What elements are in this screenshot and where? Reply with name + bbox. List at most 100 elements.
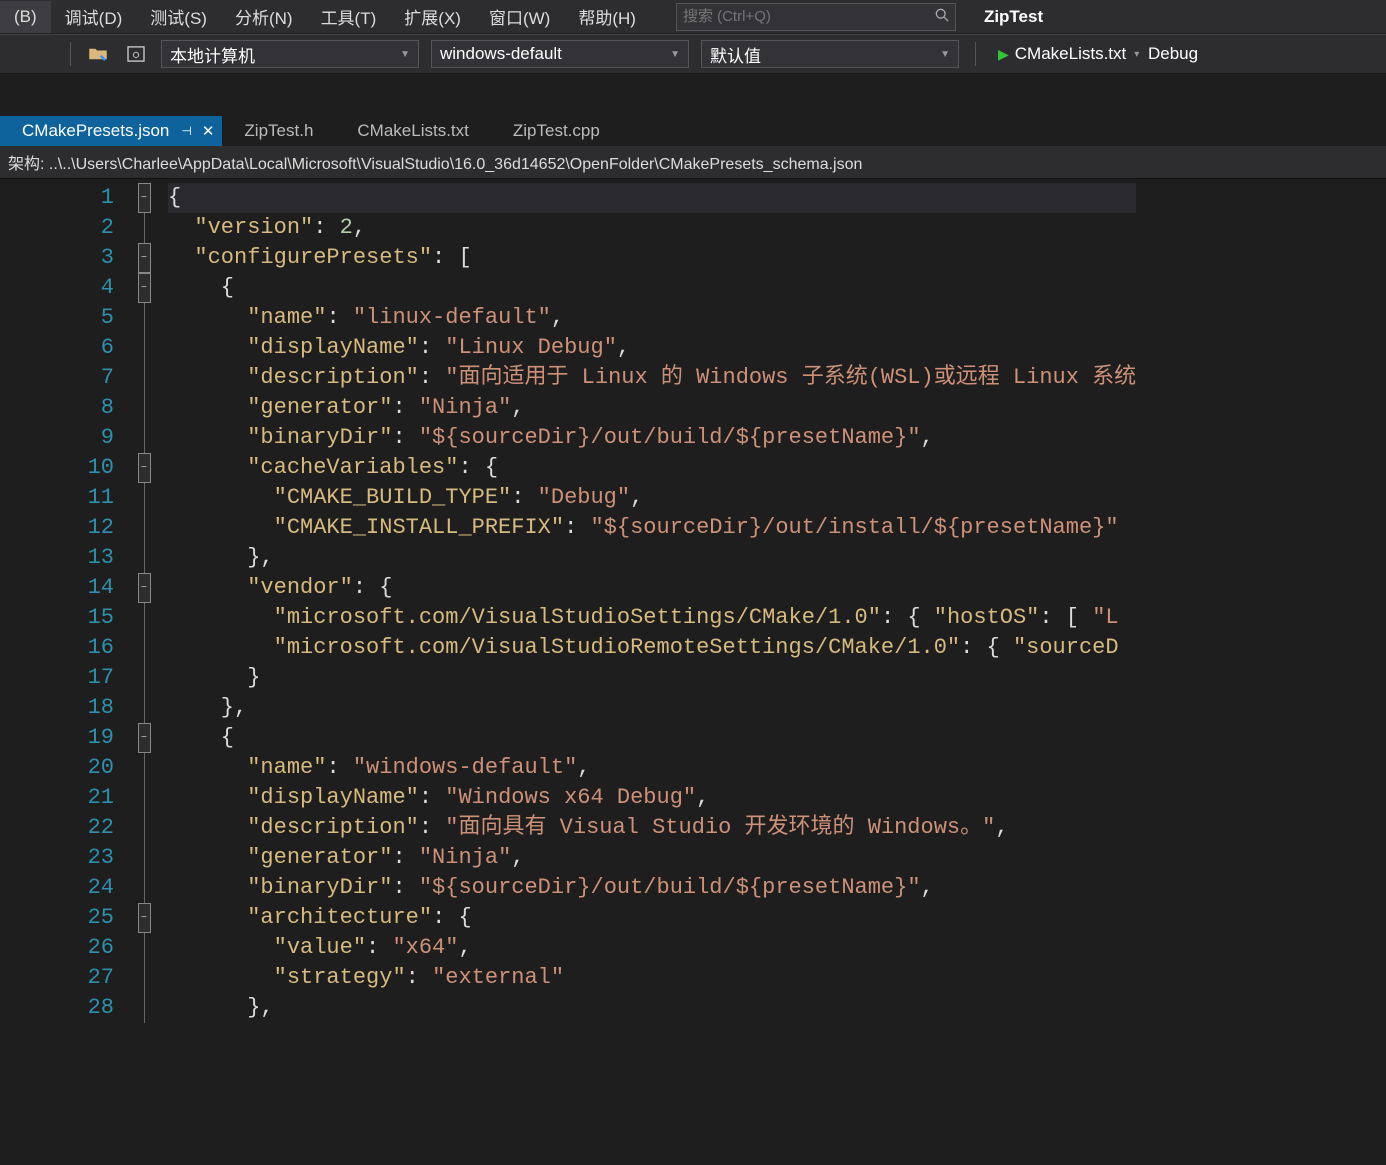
tab-active[interactable]: CMakePresets.json ⊣ ✕ — [0, 116, 222, 146]
menu-bar: (B) 调试(D) 测试(S) 分析(N) 工具(T) 扩展(X) 窗口(W) … — [0, 0, 1386, 34]
pin-icon[interactable]: ⊣ — [181, 124, 191, 138]
line-number: 27 — [0, 963, 114, 993]
schema-path: ..\..\Users\Charlee\AppData\Local\Micros… — [49, 156, 862, 173]
fold-cell[interactable]: − — [130, 183, 158, 213]
code-content[interactable]: { "version": 2, "configurePresets": [ { … — [158, 179, 1136, 1023]
code-line[interactable]: } — [168, 663, 1136, 693]
fold-toggle-icon[interactable]: − — [138, 723, 151, 753]
menu-item-window[interactable]: 窗口(W) — [475, 0, 564, 35]
tab-label: CMakeLists.txt — [357, 121, 468, 141]
code-line[interactable]: "name": "windows-default", — [168, 753, 1136, 783]
fold-cell[interactable]: − — [130, 573, 158, 603]
build-combo[interactable]: 默认值 ▼ — [701, 40, 959, 68]
code-line[interactable]: { — [168, 273, 1136, 303]
open-folder-icon[interactable] — [83, 41, 113, 67]
code-line[interactable]: "architecture": { — [168, 903, 1136, 933]
line-number-gutter: 1234567891011121314151617181920212223242… — [0, 179, 130, 1023]
line-number: 12 — [0, 513, 114, 543]
menu-item-test[interactable]: 测试(S) — [136, 0, 221, 35]
line-number: 25 — [0, 903, 114, 933]
menu-item-b[interactable]: (B) — [0, 1, 51, 33]
fold-toggle-icon[interactable]: − — [138, 573, 151, 603]
menu-item-analyze[interactable]: 分析(N) — [221, 0, 307, 35]
code-line[interactable]: "name": "linux-default", — [168, 303, 1136, 333]
app-icon[interactable] — [121, 41, 151, 67]
code-line[interactable]: "microsoft.com/VisualStudioRemoteSetting… — [168, 633, 1136, 663]
search-icon — [935, 8, 949, 26]
fold-cell — [130, 213, 158, 243]
line-number: 28 — [0, 993, 114, 1023]
target-combo[interactable]: 本地计算机 ▼ — [161, 40, 419, 68]
menu-item-extensions[interactable]: 扩展(X) — [390, 0, 475, 35]
code-line[interactable]: "binaryDir": "${sourceDir}/out/build/${p… — [168, 423, 1136, 453]
code-line[interactable]: "microsoft.com/VisualStudioSettings/CMak… — [168, 603, 1136, 633]
code-line[interactable]: "description": "面向具有 Visual Studio 开发环境的… — [168, 813, 1136, 843]
menu-item-help[interactable]: 帮助(H) — [564, 0, 650, 35]
line-number: 8 — [0, 393, 114, 423]
code-line[interactable]: "value": "x64", — [168, 933, 1136, 963]
code-line[interactable]: "strategy": "external" — [168, 963, 1136, 993]
code-line[interactable]: }, — [168, 543, 1136, 573]
code-line[interactable]: "cacheVariables": { — [168, 453, 1136, 483]
fold-cell — [130, 513, 158, 543]
code-line[interactable]: "configurePresets": [ — [168, 243, 1136, 273]
line-number: 9 — [0, 423, 114, 453]
code-line[interactable]: { — [168, 723, 1136, 753]
run-target-label: CMakeLists.txt — [1015, 44, 1126, 64]
fold-cell — [130, 303, 158, 333]
fold-cell — [130, 963, 158, 993]
tab-label: CMakePresets.json — [22, 121, 169, 141]
fold-cell[interactable]: − — [130, 453, 158, 483]
code-line[interactable]: "generator": "Ninja", — [168, 843, 1136, 873]
code-line[interactable]: }, — [168, 693, 1136, 723]
menu-item-tools[interactable]: 工具(T) — [307, 0, 391, 35]
fold-toggle-icon[interactable]: − — [138, 243, 151, 273]
target-combo-label: 本地计算机 — [170, 42, 255, 67]
fold-cell[interactable]: − — [130, 903, 158, 933]
code-line[interactable]: "CMAKE_INSTALL_PREFIX": "${sourceDir}/ou… — [168, 513, 1136, 543]
line-number: 21 — [0, 783, 114, 813]
tab-ziptest-h[interactable]: ZipTest.h — [222, 116, 335, 146]
fold-gutter[interactable]: −−−−−−− — [130, 179, 158, 1023]
line-number: 16 — [0, 633, 114, 663]
chevron-down-icon: ▼ — [940, 49, 950, 60]
code-line[interactable]: { — [168, 183, 1136, 213]
code-line[interactable]: "displayName": "Linux Debug", — [168, 333, 1136, 363]
schema-bar: 架构: ..\..\Users\Charlee\AppData\Local\Mi… — [0, 146, 1386, 179]
tab-cmakelists[interactable]: CMakeLists.txt — [335, 116, 490, 146]
code-line[interactable]: "binaryDir": "${sourceDir}/out/build/${p… — [168, 873, 1136, 903]
fold-toggle-icon[interactable]: − — [138, 903, 151, 933]
fold-cell — [130, 993, 158, 1023]
code-editor[interactable]: 1234567891011121314151617181920212223242… — [0, 179, 1386, 1023]
code-line[interactable]: }, — [168, 993, 1136, 1023]
fold-toggle-icon[interactable]: − — [138, 453, 151, 483]
run-target[interactable]: ▶ CMakeLists.txt ▾ — [990, 40, 1142, 68]
fold-cell[interactable]: − — [130, 723, 158, 753]
fold-toggle-icon[interactable]: − — [138, 273, 151, 303]
tab-bar: CMakePresets.json ⊣ ✕ ZipTest.h CMakeLis… — [0, 114, 1386, 146]
fold-cell — [130, 333, 158, 363]
fold-cell[interactable]: − — [130, 273, 158, 303]
code-line[interactable]: "generator": "Ninja", — [168, 393, 1136, 423]
tab-ziptest-cpp[interactable]: ZipTest.cpp — [491, 116, 622, 146]
line-number: 19 — [0, 723, 114, 753]
search-input[interactable] — [683, 8, 935, 25]
line-number: 24 — [0, 873, 114, 903]
close-icon[interactable]: ✕ — [202, 122, 215, 140]
fold-toggle-icon[interactable]: − — [138, 183, 151, 213]
code-line[interactable]: "CMAKE_BUILD_TYPE": "Debug", — [168, 483, 1136, 513]
code-line[interactable]: "vendor": { — [168, 573, 1136, 603]
schema-prefix: 架构: — [8, 156, 44, 173]
fold-cell[interactable]: − — [130, 243, 158, 273]
search-box[interactable] — [676, 3, 956, 31]
fold-cell — [130, 693, 158, 723]
menu-item-debug[interactable]: 调试(D) — [51, 0, 137, 35]
fold-cell — [130, 753, 158, 783]
line-number: 20 — [0, 753, 114, 783]
code-line[interactable]: "displayName": "Windows x64 Debug", — [168, 783, 1136, 813]
code-line[interactable]: "version": 2, — [168, 213, 1136, 243]
build-combo-label: 默认值 — [710, 42, 761, 67]
preset-combo[interactable]: windows-default ▼ — [431, 40, 689, 68]
code-line[interactable]: "description": "面向适用于 Linux 的 Windows 子系… — [168, 363, 1136, 393]
line-number: 14 — [0, 573, 114, 603]
